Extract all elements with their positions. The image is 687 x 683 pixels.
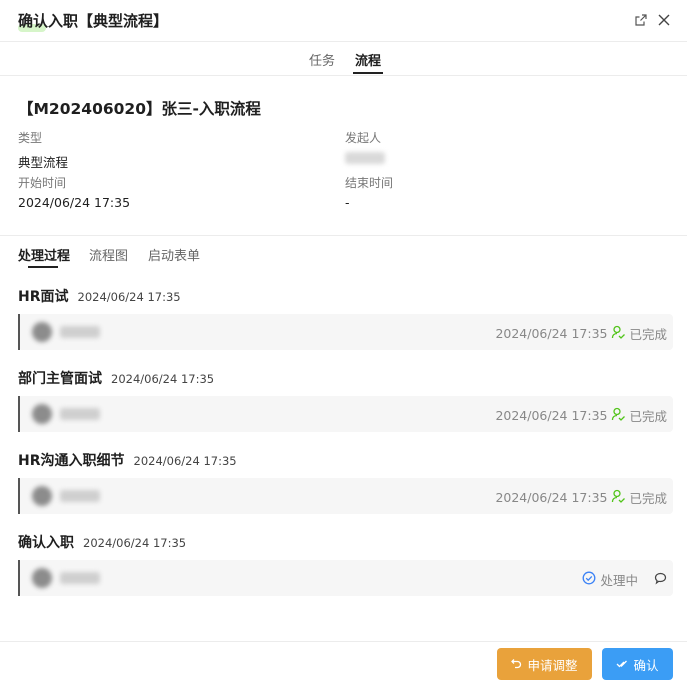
step-record: 2024/06/24 17:35 已完成: [18, 478, 673, 514]
tab-handling-process[interactable]: 处理过程: [18, 245, 70, 264]
avatar: [32, 322, 52, 342]
tab-task[interactable]: 任务: [309, 50, 335, 69]
dialog-title: 确认入职【典型流程】: [18, 12, 169, 30]
sub-tabs: 处理过程 流程图 启动表单: [0, 236, 687, 272]
step-title: 部门主管面试 2024/06/24 17:35: [18, 368, 214, 388]
confirm-button[interactable]: 确认: [602, 648, 673, 680]
finish-time: 2024/06/24 17:35: [495, 326, 608, 341]
end-time-value: -: [345, 195, 350, 210]
comment-icon[interactable]: [654, 572, 667, 588]
step-record: 处理中: [18, 560, 673, 596]
confirm-label: 确认: [633, 657, 659, 673]
step-time: 2024/06/24 17:35: [111, 372, 215, 386]
status-text: 已完成: [629, 409, 667, 424]
top-tabs: 任务 流程: [0, 42, 687, 76]
finish-time: 2024/06/24 17:35: [495, 490, 608, 505]
tab-underline: [353, 72, 383, 74]
step-name: 部门主管面试: [18, 371, 102, 387]
process-name: 【M202406020】张三-入职流程: [18, 100, 261, 118]
step-record: 2024/06/24 17:35 已完成: [18, 314, 673, 350]
external-link-icon[interactable]: [633, 12, 649, 28]
avatar: [32, 486, 52, 506]
step-status: 2024/06/24 17:35 已完成: [495, 324, 667, 343]
tab-flow-chart[interactable]: 流程图: [89, 245, 128, 264]
handler-name: [60, 490, 100, 502]
step-status: 2024/06/24 17:35 已完成: [495, 488, 667, 507]
end-time-label: 结束时间: [345, 176, 394, 190]
type-value: 典型流程: [18, 155, 69, 170]
handler-name: [60, 326, 100, 338]
user-check-icon: [611, 325, 626, 342]
initiator-value: [345, 152, 385, 167]
step-time: 2024/06/24 17:35: [133, 454, 237, 468]
user-check-icon: [611, 407, 626, 424]
step-status: 处理中: [582, 570, 667, 589]
status-text: 已完成: [629, 327, 667, 342]
apply-adjust-button[interactable]: 申请调整: [497, 648, 592, 680]
step-bar: [18, 478, 20, 514]
undo-icon: [511, 657, 522, 672]
step-bar: [18, 560, 20, 596]
avatar: [32, 404, 52, 424]
status-text: 处理中: [600, 573, 638, 588]
step-bar: [18, 314, 20, 350]
step-bar: [18, 396, 20, 432]
step-status: 2024/06/24 17:35 已完成: [495, 406, 667, 425]
finish-time: 2024/06/24 17:35: [495, 408, 608, 423]
dialog-footer: 申请调整 确认: [0, 641, 687, 683]
step-time: 2024/06/24 17:35: [77, 290, 181, 304]
handler-name: [60, 572, 100, 584]
start-time-label: 开始时间: [18, 176, 67, 190]
step-name: HR沟通入职细节: [18, 453, 125, 469]
avatar: [32, 568, 52, 588]
handler-name: [60, 408, 100, 420]
dialog-header: 确认入职【典型流程】: [0, 0, 687, 42]
initiator-label: 发起人: [345, 131, 382, 145]
step-name: 确认入职: [18, 535, 74, 551]
start-time-value: 2024/06/24 17:35: [18, 195, 131, 210]
subtab-underline: [28, 266, 58, 268]
apply-adjust-label: 申请调整: [527, 657, 578, 673]
step-title: HR沟通入职细节 2024/06/24 17:35: [18, 450, 237, 470]
step-title: HR面试 2024/06/24 17:35: [18, 286, 181, 306]
tab-start-form[interactable]: 启动表单: [148, 245, 200, 264]
step-record: 2024/06/24 17:35 已完成: [18, 396, 673, 432]
close-icon[interactable]: [656, 12, 672, 28]
step-title: 确认入职 2024/06/24 17:35: [18, 532, 186, 552]
process-info: 【M202406020】张三-入职流程 类型 典型流程 发起人 开始时间 202…: [0, 76, 687, 236]
double-check-icon: [616, 657, 628, 672]
type-label: 类型: [18, 131, 43, 145]
status-text: 已完成: [629, 491, 667, 506]
check-circle-icon: [582, 571, 596, 588]
step-name: HR面试: [18, 289, 69, 305]
tab-process[interactable]: 流程: [355, 50, 381, 69]
step-time: 2024/06/24 17:35: [83, 536, 187, 550]
user-check-icon: [611, 489, 626, 506]
